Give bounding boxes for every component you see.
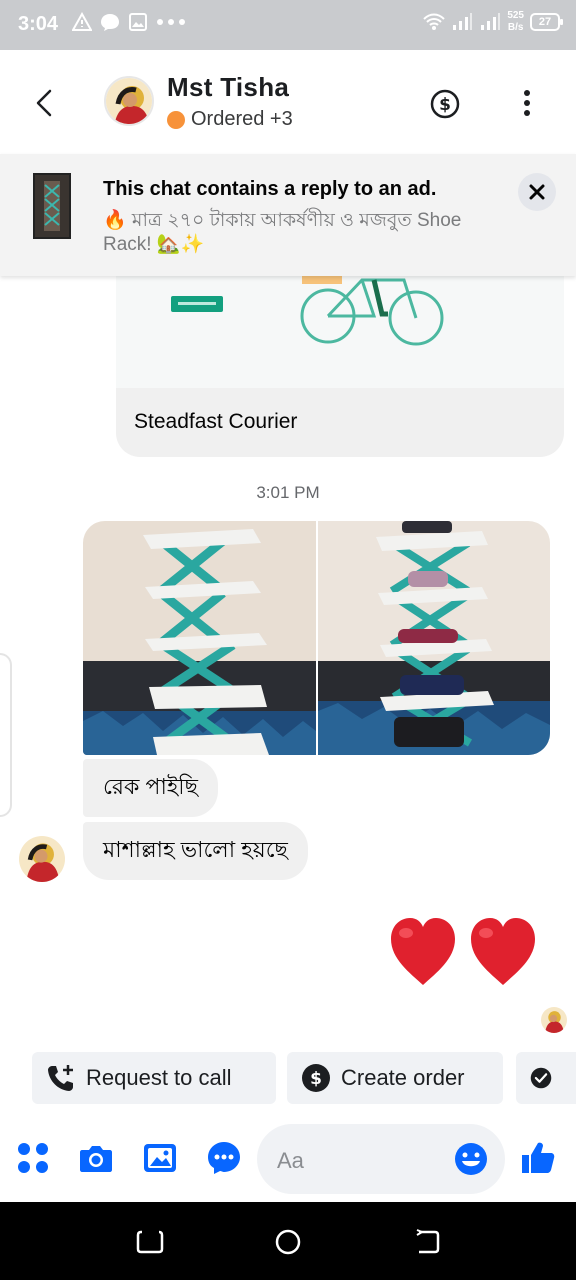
gallery-icon[interactable] — [142, 1140, 178, 1176]
warning-icon — [72, 12, 92, 31]
more-vertical-icon[interactable] — [517, 88, 537, 118]
link-preview-title: Steadfast Courier — [134, 410, 298, 433]
recent-apps-icon[interactable] — [136, 1228, 164, 1256]
wifi-icon — [423, 13, 446, 30]
camera-icon[interactable] — [78, 1140, 114, 1176]
message-input[interactable]: Aa — [257, 1124, 505, 1194]
ad-thumbnail — [33, 173, 71, 239]
back-nav-icon[interactable] — [413, 1228, 441, 1256]
battery-icon: 27 — [530, 13, 563, 31]
ad-banner-title: This chat contains a reply to an ad. — [103, 178, 437, 200]
shoe-rack-with-shoes-photo[interactable] — [318, 521, 550, 755]
svg-text:$: $ — [439, 95, 451, 115]
emoji-icon[interactable] — [453, 1141, 489, 1177]
ad-reply-banner[interactable]: This chat contains a reply to an ad. 🔥 ম… — [0, 154, 576, 276]
net-speed-value: 525 — [507, 10, 524, 21]
heart-icon — [471, 918, 535, 985]
contact-avatar[interactable] — [104, 76, 154, 126]
heart-reaction-message[interactable] — [388, 915, 538, 987]
request-to-call-label: Request to call — [86, 1065, 232, 1090]
seen-receipt-avatar — [541, 1007, 567, 1033]
contact-name[interactable]: Mst Tisha — [167, 72, 289, 103]
chat-bubble-icon — [101, 14, 119, 31]
status-notification-icons — [72, 12, 186, 32]
chat-header: Mst Tisha Ordered +3 $ — [0, 50, 576, 154]
request-to-call-button[interactable]: Request to call — [32, 1052, 276, 1104]
svg-text:$: $ — [310, 1069, 322, 1089]
status-time: 3:04 — [18, 13, 59, 35]
create-order-button[interactable]: $ Create order — [287, 1052, 503, 1104]
phone-plus-icon — [48, 1065, 73, 1091]
sender-avatar[interactable] — [19, 836, 65, 882]
dollar-icon[interactable]: $ — [430, 89, 460, 119]
message-bubble[interactable]: মাশাল্লাহ ভালো হয়ছে — [83, 822, 308, 880]
message-timestamp: 3:01 PM — [256, 483, 320, 502]
close-banner-button[interactable] — [518, 173, 556, 211]
contact-status: Ordered +3 — [167, 108, 293, 131]
image-icon — [129, 13, 147, 31]
message-input-placeholder: Aa — [277, 1148, 304, 1173]
heart-icon — [391, 918, 455, 985]
messenger-chat-icon[interactable] — [206, 1140, 242, 1176]
back-arrow-icon[interactable] — [30, 88, 60, 118]
contact-status-text: Ordered +3 — [191, 108, 293, 130]
home-icon[interactable] — [274, 1228, 302, 1256]
message-composer: Aa — [0, 1118, 576, 1202]
check-circle-icon — [530, 1067, 552, 1089]
ad-banner-description: 🔥 মাত্র ২৭০ টাকায় আকর্ষণীয় ও মজবুত Sho… — [103, 210, 462, 255]
apps-grid-icon[interactable] — [15, 1140, 51, 1176]
shoe-rack-photo[interactable] — [83, 521, 316, 755]
system-nav-bar — [0, 1202, 576, 1280]
side-edge-handle[interactable] — [0, 653, 12, 817]
create-order-label: Create order — [341, 1065, 465, 1090]
thumbs-up-icon[interactable] — [520, 1140, 556, 1176]
net-speed-unit: B/s — [507, 22, 524, 33]
mark-done-button[interactable] — [516, 1052, 576, 1104]
more-dots-icon — [157, 19, 185, 25]
status-dot-icon — [167, 110, 185, 129]
signal-2-icon — [481, 13, 501, 30]
net-speed: 525 B/s — [507, 10, 524, 34]
status-bar: 3:04 525 B/s 27 — [0, 0, 576, 50]
close-icon — [529, 184, 545, 200]
dollar-icon: $ — [302, 1064, 330, 1092]
signal-icon — [453, 13, 473, 30]
message-bubble[interactable]: রেক পাইছি — [83, 759, 218, 817]
